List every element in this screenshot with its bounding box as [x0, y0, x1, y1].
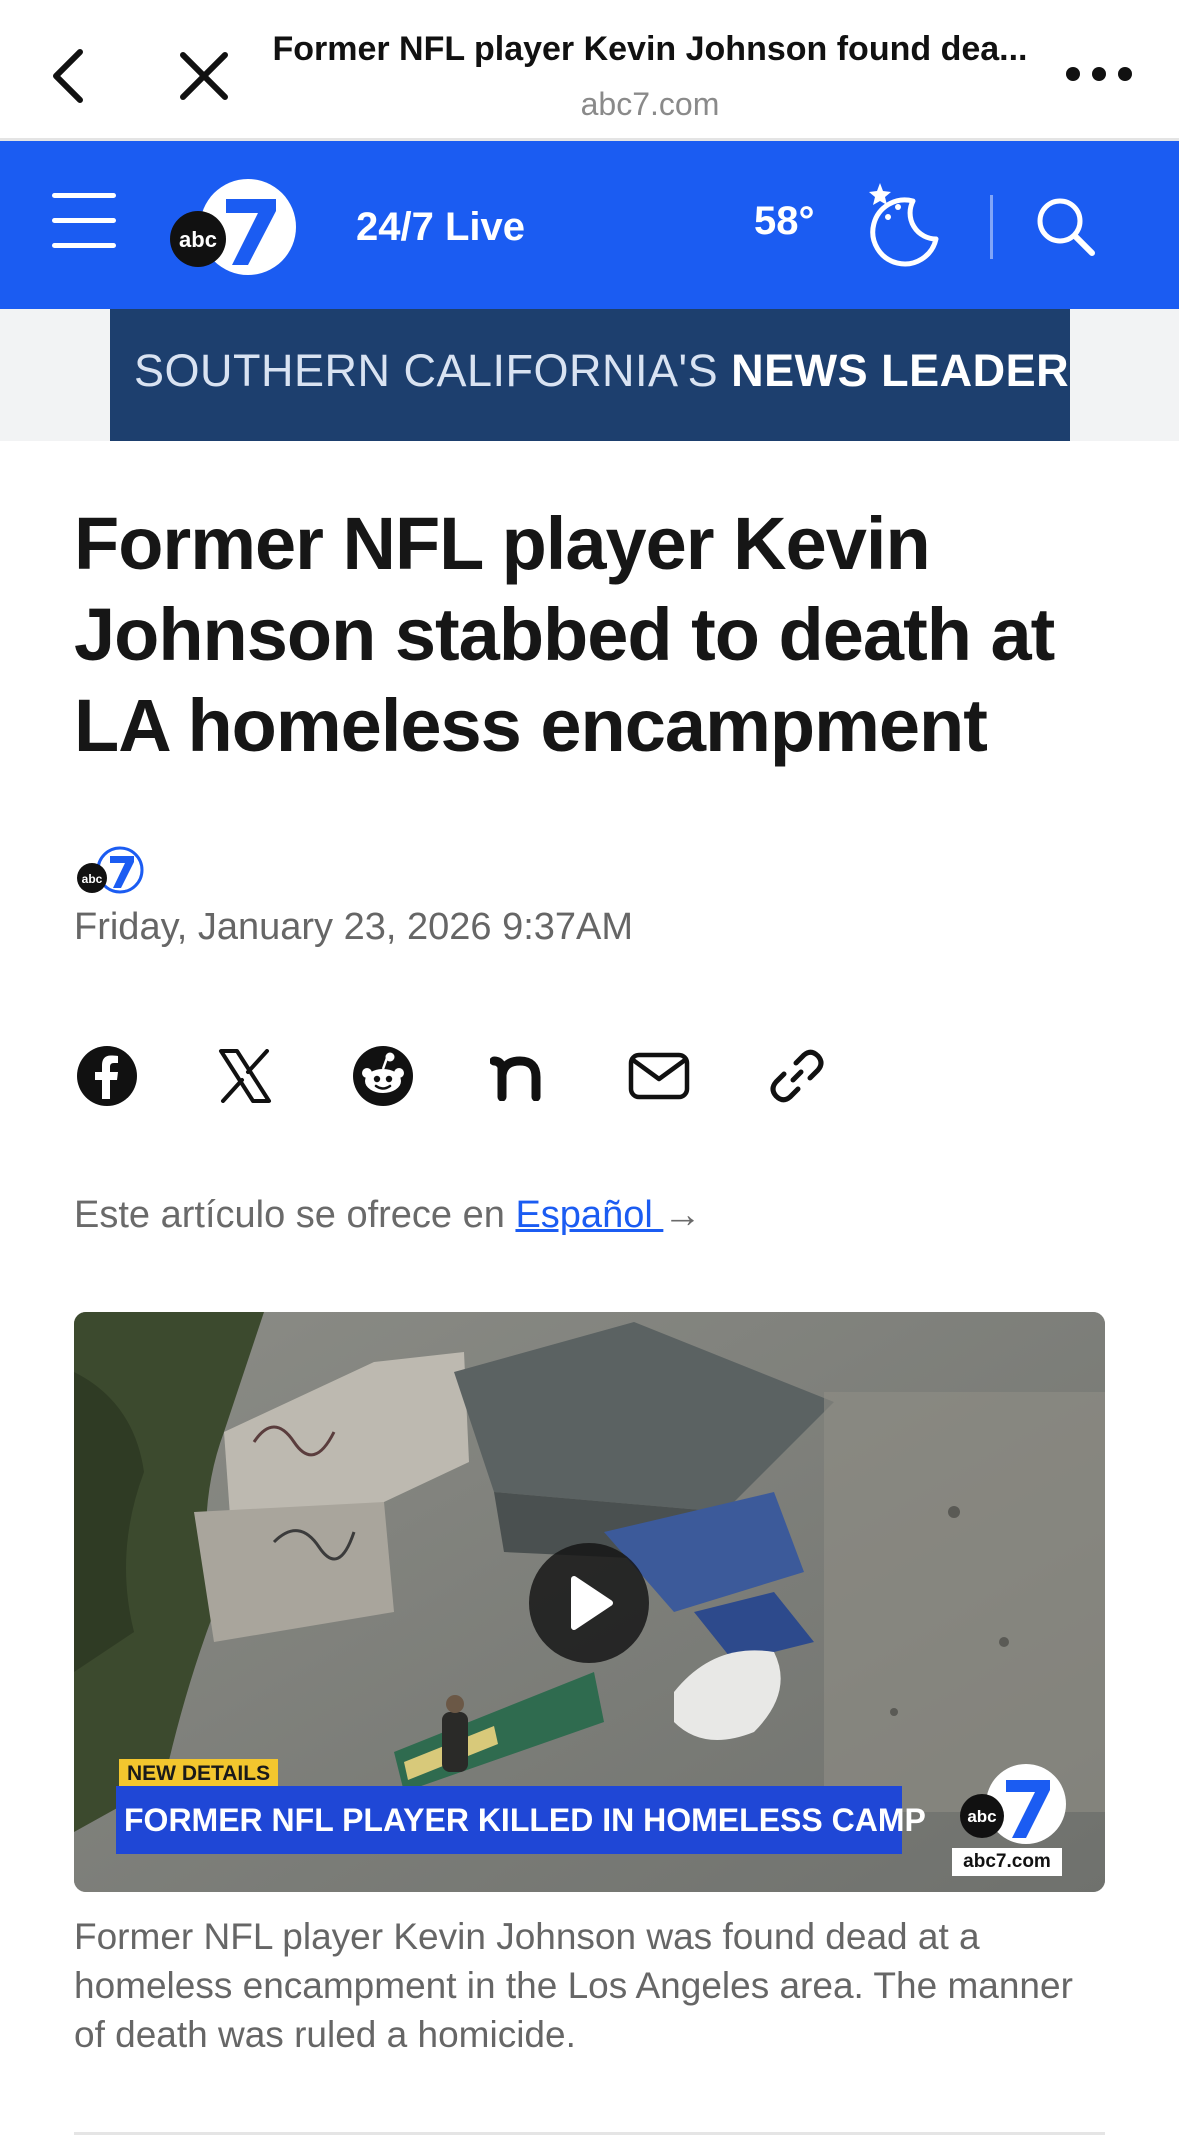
more-dots-icon — [1066, 67, 1132, 81]
language-notice: Este artículo se ofrece en Español → — [74, 1194, 702, 1236]
play-icon — [571, 1576, 613, 1630]
svg-text:abc: abc — [82, 872, 103, 886]
page-domain: abc7.com — [580, 86, 720, 122]
page-title: Former NFL player Kevin Johnson found de… — [272, 30, 1028, 68]
new-details-tag: NEW DETAILS — [119, 1759, 279, 1789]
hamburger-menu-icon[interactable] — [52, 193, 116, 253]
svg-text:abc: abc — [179, 227, 217, 252]
video-caption: Former NFL player Kevin Johnson was foun… — [74, 1916, 1073, 2055]
email-icon[interactable] — [626, 1040, 692, 1112]
nextdoor-icon[interactable] — [488, 1040, 554, 1112]
author-logo: abc — [74, 846, 146, 896]
more-button[interactable] — [1054, 48, 1144, 100]
abc7-watermark-logo: abc — [958, 1762, 1068, 1854]
news-leader-banner[interactable]: SOUTHERN CALIFORNIA'S NEWS LEADER — [110, 309, 1070, 441]
abc7-logo[interactable]: abc — [168, 177, 298, 277]
banner-area: SOUTHERN CALIFORNIA'S NEWS LEADER — [0, 309, 1179, 441]
link-icon[interactable] — [764, 1040, 830, 1112]
close-button[interactable] — [168, 40, 240, 112]
article-headline: Former NFL player Kevin Johnson stabbed … — [74, 502, 1055, 767]
header-divider — [990, 195, 993, 259]
reddit-icon[interactable] — [350, 1040, 416, 1112]
espanol-link[interactable]: Español — [515, 1194, 663, 1236]
facebook-icon[interactable] — [74, 1040, 140, 1112]
live-link[interactable]: 24/7 Live — [356, 205, 525, 250]
x-icon[interactable] — [212, 1040, 278, 1112]
article-date: Friday, January 23, 2026 9:37AM — [74, 906, 634, 948]
share-bar — [74, 1040, 874, 1116]
section-divider — [74, 2132, 1105, 2135]
abc7-watermark-site: abc7.com — [952, 1848, 1062, 1876]
banner-text: SOUTHERN CALIFORNIA'S NEWS LEADER — [134, 345, 1070, 396]
arrow-right-icon: → — [663, 1194, 702, 1236]
close-icon — [180, 52, 228, 100]
temperature[interactable]: 58° — [754, 199, 815, 244]
site-header: abc 24/7 Live 58° — [0, 141, 1179, 309]
svg-text:abc: abc — [967, 1807, 996, 1826]
play-button[interactable] — [529, 1543, 649, 1663]
moon-stars-icon[interactable] — [858, 177, 948, 267]
browser-top-bar: Former NFL player Kevin Johnson found de… — [0, 0, 1179, 141]
article-video[interactable]: NEW DETAILS FORMER NFL PLAYER KILLED IN … — [74, 1312, 1105, 1892]
video-lower-third: FORMER NFL PLAYER KILLED IN HOMELESS CAM… — [116, 1786, 926, 1854]
chevron-left-icon — [53, 49, 83, 103]
back-button[interactable] — [36, 40, 100, 112]
search-icon[interactable] — [1032, 193, 1098, 259]
